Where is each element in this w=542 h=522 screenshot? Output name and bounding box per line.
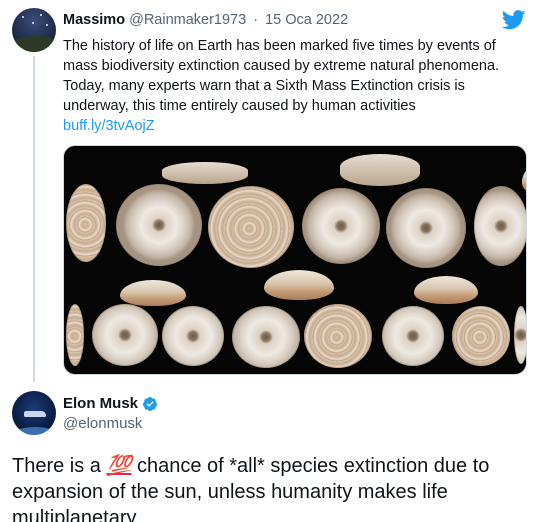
tweet-link[interactable]: buff.ly/3tvAojZ: [63, 116, 531, 136]
separator: ·: [253, 12, 259, 28]
tweet-body: The history of life on Earth has been ma…: [63, 38, 500, 114]
tweet-date[interactable]: 15 Oca 2022: [265, 12, 348, 28]
avatar[interactable]: [12, 8, 56, 52]
name-row: Elon Musk: [63, 395, 158, 412]
avatar[interactable]: [12, 391, 56, 435]
tweet-text: The history of life on Earth has been ma…: [63, 36, 531, 136]
hundred-points-emoji-icon: 💯: [106, 455, 132, 477]
tweet-text-before: There is a: [12, 455, 107, 477]
thread-line: [33, 56, 35, 382]
tweet-header: Massimo @Rainmaker1973 · 15 Oca 2022: [63, 12, 348, 28]
verified-badge-icon: [143, 396, 158, 411]
twitter-bird-icon[interactable]: [502, 10, 526, 30]
tweet-text: There is a 💯 chance of *all* species ext…: [12, 453, 530, 522]
display-name[interactable]: Elon Musk: [63, 395, 138, 412]
quoted-tweet[interactable]: Massimo @Rainmaker1973 · 15 Oca 2022 The…: [0, 0, 542, 382]
reply-tweet[interactable]: Elon Musk @elonmusk There is a 💯 chance …: [0, 383, 542, 522]
display-name[interactable]: Massimo: [63, 12, 125, 28]
handle[interactable]: @elonmusk: [63, 415, 142, 432]
tweet-image[interactable]: [63, 145, 527, 375]
handle[interactable]: @Rainmaker1973: [129, 12, 246, 28]
